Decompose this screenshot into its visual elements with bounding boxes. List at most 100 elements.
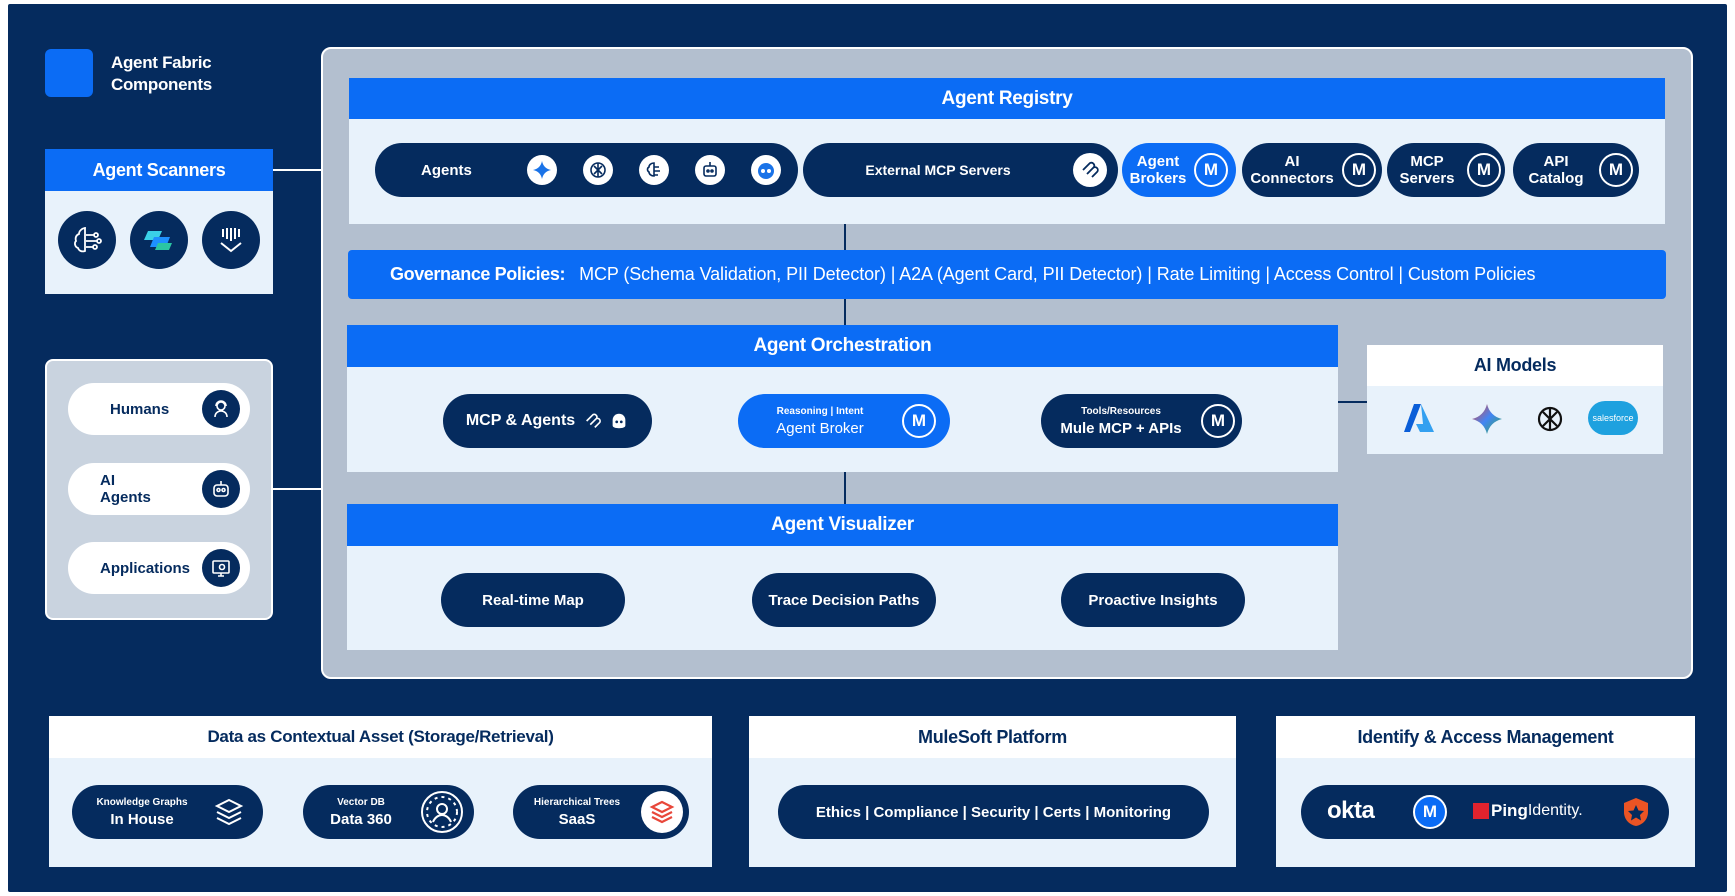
mulesoft-icon: M (902, 404, 936, 438)
data-assets-title: Data as Contextual Asset (Storage/Retrie… (207, 727, 554, 746)
pingidentity-logo: Ping Identity. (1473, 801, 1583, 821)
pingidentity-bold: Ping (1491, 801, 1528, 820)
iam-header: Identify & Access Management (1276, 716, 1695, 758)
data-asset-vector-db-text: Vector DB Data 360 (303, 797, 419, 828)
registry-api-catalog-pill[interactable]: API Catalog M (1513, 143, 1639, 197)
mulesoft-icon: M (1342, 153, 1376, 187)
actor-ai-agents[interactable]: AI Agents (68, 463, 250, 515)
registry-brokers-line1: Agent (1136, 153, 1180, 170)
actor-applications[interactable]: Applications (68, 542, 250, 594)
agent-scanners-title: Agent Scanners (92, 159, 226, 180)
agent-registry-title: Agent Registry (941, 87, 1073, 109)
openai-icon (583, 155, 613, 185)
data-asset-hierarchical-trees[interactable]: Hierarchical Trees SaaS (513, 785, 689, 839)
agent-orchestration-header: Agent Orchestration (347, 325, 1338, 367)
registry-brokers-line2: Brokers (1129, 170, 1187, 187)
registry-mcp-servers-label: MCP Servers (1387, 153, 1467, 187)
orchestration-tools-label: Mule MCP + APIs (1060, 419, 1182, 437)
actor-ai-agents-line2: Agents (100, 489, 151, 506)
visualizer-realtime-map[interactable]: Real-time Map (441, 573, 625, 627)
orchestration-visualizer-connector (844, 472, 846, 504)
visualizer-realtime-map-label: Real-time Map (482, 591, 584, 609)
salesforce-icon: salesforce (1588, 401, 1638, 435)
copilot-face-icon (612, 413, 626, 429)
data-asset-vector-db[interactable]: Vector DB Data 360 (303, 785, 474, 839)
copilot-icon (130, 211, 188, 269)
agent-orchestration-title: Agent Orchestration (753, 335, 932, 356)
registry-connectors-line2: Connectors (1250, 170, 1334, 187)
okta-logo: okta (1327, 797, 1375, 824)
data-asset-vector-db-small: Vector DB (337, 796, 385, 808)
orchestration-mcp-agents-pill[interactable]: MCP & Agents (443, 394, 652, 448)
actor-humans-label: Humans (110, 400, 170, 418)
governance-bar: Governance Policies: MCP (Schema Validat… (348, 250, 1666, 299)
person-headset-icon (202, 390, 240, 428)
registry-agents-pill[interactable]: Agents (375, 143, 798, 197)
registry-mcp-servers-pill[interactable]: MCP Servers M (1387, 143, 1505, 197)
mulesoft-platform-pill[interactable]: Ethics | Compliance | Security | Certs |… (778, 785, 1209, 839)
registry-brokers-label: Agent Brokers (1122, 153, 1194, 187)
governance-orchestration-connector (844, 299, 846, 325)
registry-connectors-label: AI Connectors (1242, 153, 1342, 187)
orchestration-broker-small: Reasoning | Intent (776, 405, 864, 417)
mcp-logo-icon (586, 413, 602, 428)
pingidentity-light: Identity. (1527, 802, 1583, 819)
mulesoft-icon: M (1599, 153, 1633, 187)
data-asset-knowledge-graphs-main: In House (110, 810, 174, 828)
data-asset-hierarchical-trees-text: Hierarchical Trees SaaS (513, 797, 641, 828)
orchestration-mcp-agents-label: MCP & Agents (465, 412, 576, 429)
actor-humans[interactable]: Humans (68, 383, 250, 435)
robot-icon (202, 470, 240, 508)
actor-applications-label: Applications (100, 559, 191, 577)
data-asset-knowledge-graphs[interactable]: Knowledge Graphs In House (72, 785, 263, 839)
registry-external-mcp-pill[interactable]: External MCP Servers (803, 143, 1118, 197)
ai-models-body: salesforce (1367, 386, 1663, 454)
mcp-logo-icon (1073, 153, 1107, 187)
brain-icon (639, 155, 669, 185)
architecture-diagram: Agent Fabric Components Agent Scanners H… (0, 0, 1735, 896)
gemini-icon (1472, 404, 1502, 434)
orchestration-broker-text: Reasoning | Intent Agent Broker (738, 406, 902, 437)
data-asset-hierarchical-trees-small: Hierarchical Trees (533, 796, 621, 808)
orchestration-models-connector (1338, 401, 1368, 403)
legend-label-line2: Components (111, 75, 212, 94)
registry-agent-brokers-pill[interactable]: Agent Brokers M (1122, 143, 1236, 197)
mulesoft-icon: M (1194, 153, 1228, 187)
orchestration-broker-label: Agent Broker (776, 419, 864, 437)
ai-models-header: AI Models (1367, 345, 1663, 386)
data-asset-knowledge-graphs-small: Knowledge Graphs (96, 796, 188, 808)
visualizer-proactive-insights[interactable]: Proactive Insights (1061, 573, 1245, 627)
agent-scanners-body (45, 191, 273, 294)
visualizer-trace-decision-paths[interactable]: Trace Decision Paths (752, 573, 936, 627)
registry-mcp-servers-line2: Servers (1399, 170, 1455, 187)
actor-ai-agents-line1: AI (100, 472, 115, 489)
pingidentity-mark-icon (1473, 803, 1489, 819)
mulesoft-platform-text: Ethics | Compliance | Security | Certs |… (815, 803, 1172, 821)
visualizer-trace-label: Trace Decision Paths (768, 591, 920, 609)
iam-pill[interactable]: okta M Ping Identity. (1301, 785, 1669, 839)
registry-ai-connectors-pill[interactable]: AI Connectors M (1242, 143, 1382, 197)
brain-circuit-icon (58, 211, 116, 269)
actors-connector (273, 488, 321, 490)
mulesoft-platform-title: MuleSoft Platform (918, 726, 1067, 747)
layers-icon (214, 798, 244, 826)
mulesoft-icon: M (1467, 153, 1501, 187)
actor-ai-agents-label: AI Agents (100, 472, 202, 506)
orchestration-tools-pill[interactable]: Tools/Resources Mule MCP + APIs M (1041, 394, 1242, 448)
legend-label-line1: Agent Fabric (111, 53, 212, 72)
agent-registry-header: Agent Registry (349, 78, 1665, 119)
registry-api-catalog-line2: Catalog (1528, 170, 1584, 187)
data-assets-header: Data as Contextual Asset (Storage/Retrie… (49, 716, 712, 758)
agent-visualizer-header: Agent Visualizer (347, 504, 1338, 546)
salesforce-text: salesforce (1592, 413, 1634, 423)
openai-icon (1537, 406, 1563, 432)
data-asset-vector-db-main: Data 360 (330, 810, 392, 828)
agent-scanners-header: Agent Scanners (45, 149, 273, 191)
robot-icon (695, 155, 725, 185)
orchestration-agent-broker-pill[interactable]: Reasoning | Intent Agent Broker M (738, 394, 950, 448)
github-copilot-icon (751, 155, 781, 185)
ai-models-title: AI Models (1473, 355, 1557, 375)
gemini-icon (527, 155, 557, 185)
registry-agents-label: Agents (421, 161, 472, 179)
registry-connectors-line1: AI (1284, 153, 1300, 170)
